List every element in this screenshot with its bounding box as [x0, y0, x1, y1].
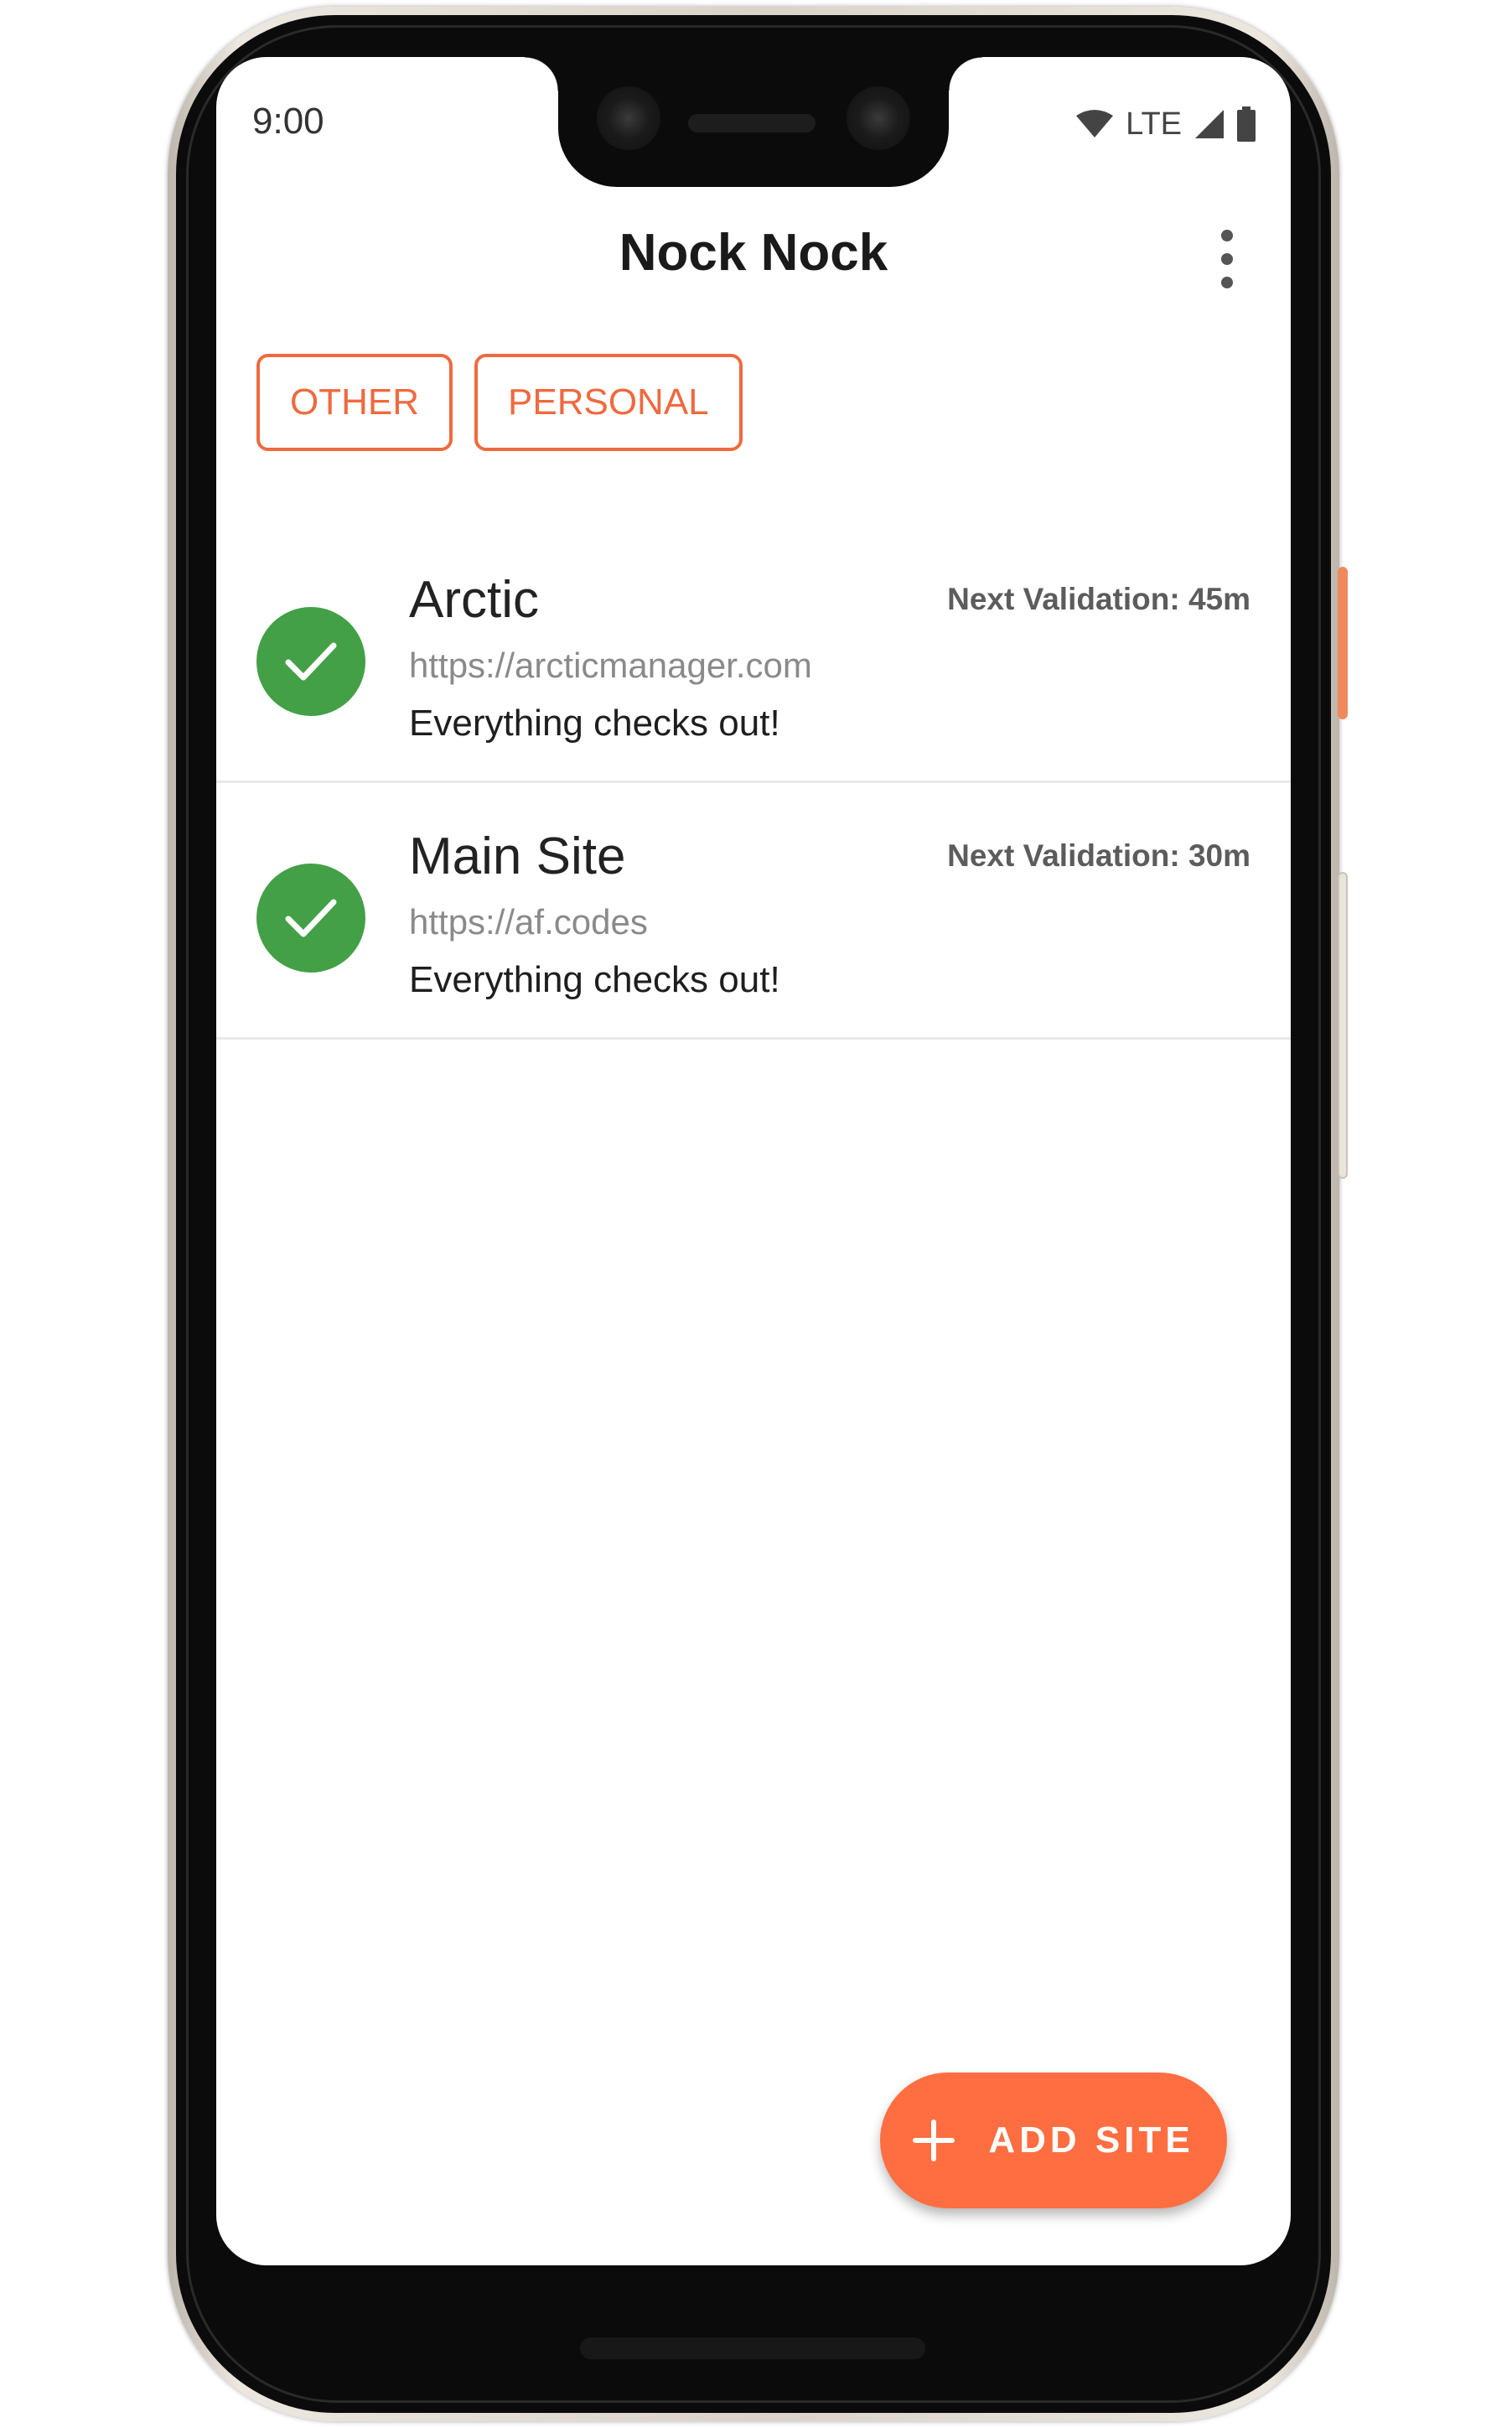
add-site-label: ADD SITE — [988, 2119, 1194, 2161]
status-icons: LTE — [1075, 106, 1256, 143]
status-ok-badge — [256, 864, 365, 973]
power-button — [1338, 567, 1348, 719]
filter-chips: OTHER PERSONAL — [256, 354, 743, 451]
check-icon — [285, 899, 337, 937]
chip-personal[interactable]: PERSONAL — [474, 354, 743, 451]
bottom-speaker — [580, 2337, 925, 2359]
site-status-message: Everything checks out! — [409, 959, 780, 1000]
battery-icon — [1237, 106, 1256, 142]
volume-button — [1338, 872, 1348, 1179]
next-validation: Next Validation: 45m — [947, 582, 1251, 616]
more-vert-icon[interactable] — [1210, 230, 1244, 288]
check-icon — [285, 642, 337, 681]
app-screen: 9:00 LTE Nock Nock OTHER PERSONAL Arctic — [216, 57, 1291, 2265]
front-camera-right — [847, 86, 910, 150]
signal-icon — [1195, 110, 1224, 138]
chip-other[interactable]: OTHER — [256, 354, 453, 451]
site-url: https://arcticmanager.com — [409, 646, 812, 685]
site-status-message: Everything checks out! — [409, 703, 780, 744]
wifi-icon — [1076, 110, 1114, 137]
site-name: Arctic — [409, 571, 539, 629]
front-camera-left — [597, 86, 660, 150]
next-validation: Next Validation: 30m — [947, 838, 1251, 873]
app-title: Nock Nock — [619, 224, 888, 282]
site-name: Main Site — [409, 827, 626, 885]
site-row-arctic[interactable]: Arctic https://arcticmanager.com Everyth… — [216, 527, 1291, 783]
status-ok-badge — [256, 607, 365, 716]
earpiece-speaker — [688, 114, 816, 132]
site-row-main-site[interactable]: Main Site https://af.codes Everything ch… — [216, 783, 1291, 1040]
site-url: https://af.codes — [409, 902, 648, 942]
site-list: Arctic https://arcticmanager.com Everyth… — [216, 527, 1291, 1040]
add-site-button[interactable]: ADD SITE — [880, 2073, 1227, 2208]
status-time: 9:00 — [252, 101, 324, 142]
camera-notch — [525, 57, 982, 187]
network-type-label: LTE — [1126, 106, 1182, 142]
plus-icon — [913, 2119, 955, 2161]
